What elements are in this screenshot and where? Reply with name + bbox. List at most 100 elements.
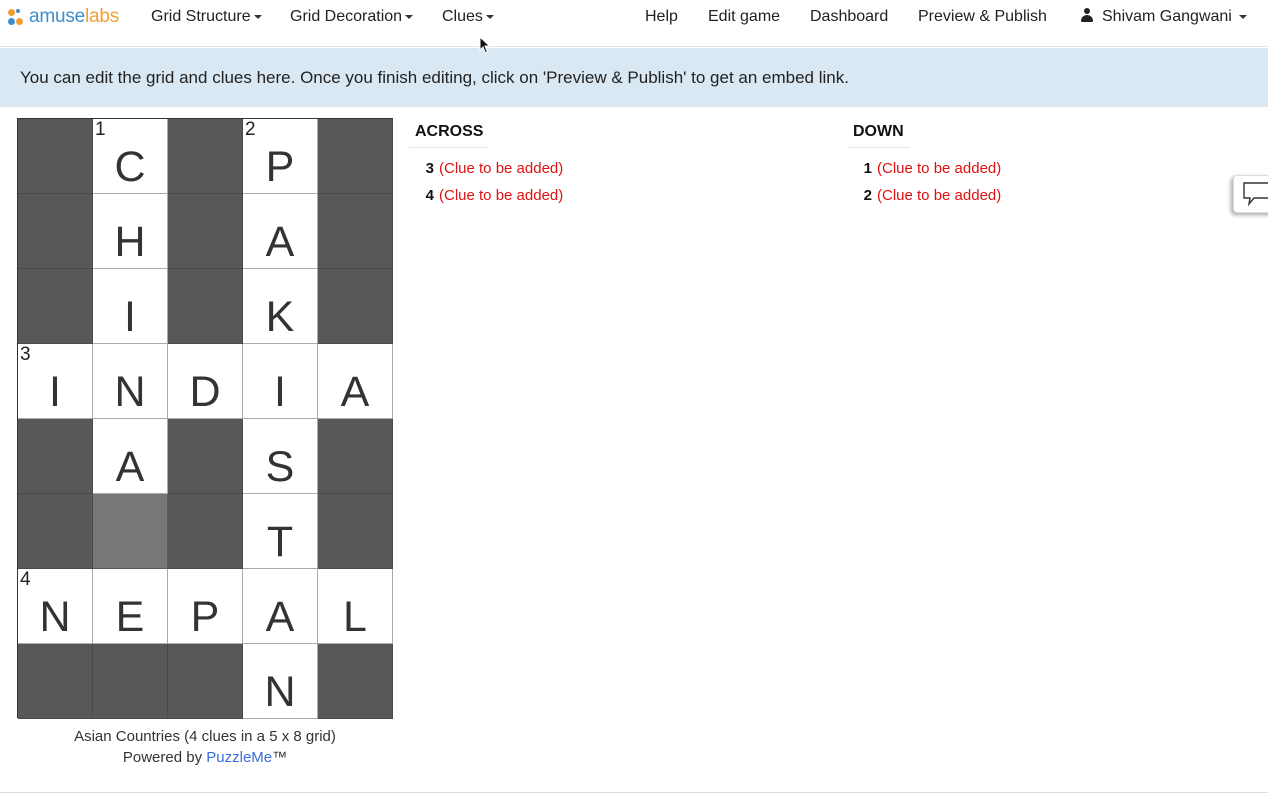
grid-cell-block[interactable] xyxy=(168,419,243,494)
grid-cell-block[interactable] xyxy=(318,119,393,194)
grid-cell-block[interactable] xyxy=(168,269,243,344)
cell-letter: D xyxy=(189,368,221,416)
cell-letter: T xyxy=(266,518,294,566)
nav-preview-publish-link[interactable]: Preview & Publish xyxy=(918,7,1047,27)
cell-letter: A xyxy=(340,368,370,416)
cell-letter: I xyxy=(49,368,61,416)
logo-wordmark: amuselabs xyxy=(29,6,120,27)
clue-text: (Clue to be added) xyxy=(877,187,1002,204)
grid-cell[interactable]: A xyxy=(243,194,318,269)
grid-cell[interactable]: 1C xyxy=(93,119,168,194)
clue-number: 2 xyxy=(863,187,872,204)
across-heading: ACROSS xyxy=(409,120,490,148)
grid-cell[interactable]: D xyxy=(168,344,243,419)
grid-cell-block[interactable] xyxy=(18,194,93,269)
cell-letter: A xyxy=(265,218,295,266)
grid-cell-block[interactable] xyxy=(93,644,168,719)
cell-letter: E xyxy=(115,593,145,641)
grid-cell-block[interactable] xyxy=(318,419,393,494)
grid-cell[interactable]: A xyxy=(93,419,168,494)
grid-cell[interactable]: S xyxy=(243,419,318,494)
grid-cell-block[interactable] xyxy=(168,119,243,194)
cell-letter: A xyxy=(265,593,295,641)
trademark: ™ xyxy=(272,749,288,766)
feedback-tab[interactable] xyxy=(1233,175,1268,213)
down-heading: DOWN xyxy=(847,120,910,148)
grid-cell-block[interactable] xyxy=(318,494,393,569)
cell-letter: L xyxy=(343,593,367,641)
cell-letter: N xyxy=(114,368,146,416)
grid-cell[interactable]: K xyxy=(243,269,318,344)
nav-dashboard-link[interactable]: Dashboard xyxy=(810,7,888,27)
user-menu[interactable]: Shivam Gangwani xyxy=(1081,7,1247,27)
menu-grid-structure[interactable]: Grid Structure xyxy=(151,7,262,27)
grid-caption: Asian Countries (4 clues in a 5 x 8 grid… xyxy=(17,726,393,768)
cell-letter: I xyxy=(124,293,136,341)
grid-cell[interactable]: A xyxy=(243,569,318,644)
user-icon xyxy=(1081,8,1093,22)
grid-cell[interactable]: I xyxy=(93,269,168,344)
across-clue-list: 3 (Clue to be added) 4 (Clue to be added) xyxy=(409,155,829,209)
caret-down-icon xyxy=(485,14,494,19)
mouse-cursor-icon xyxy=(479,36,491,54)
grid-cell-block[interactable] xyxy=(18,419,93,494)
menu-clues-label: Clues xyxy=(442,8,483,25)
grid-cell-block[interactable] xyxy=(318,644,393,719)
clue-item[interactable]: 1 (Clue to be added) xyxy=(847,155,1267,182)
grid-cell[interactable]: 4N xyxy=(18,569,93,644)
puzzle-title: Asian Countries (4 clues in a 5 x 8 grid… xyxy=(74,728,336,745)
grid-cell[interactable]: H xyxy=(93,194,168,269)
cell-letter: P xyxy=(265,143,295,191)
menu-grid-decoration-label: Grid Decoration xyxy=(290,8,403,25)
cell-number: 1 xyxy=(95,119,106,140)
nav-help-link[interactable]: Help xyxy=(645,7,678,27)
caret-down-icon xyxy=(253,14,262,19)
clue-item[interactable]: 3 (Clue to be added) xyxy=(409,155,829,182)
grid-cell[interactable]: P xyxy=(168,569,243,644)
clue-item[interactable]: 4 (Clue to be added) xyxy=(409,182,829,209)
clue-number: 3 xyxy=(425,160,434,177)
puzzleme-link[interactable]: PuzzleMe xyxy=(206,749,272,766)
menu-grid-decoration[interactable]: Grid Decoration xyxy=(290,7,414,27)
grid-cell[interactable]: T xyxy=(243,494,318,569)
crossword-grid: 1C2PHAIK3INDIAAST4NEPALN xyxy=(17,118,393,719)
grid-cell-block[interactable] xyxy=(18,119,93,194)
grid-cell-block[interactable] xyxy=(18,644,93,719)
down-clues-panel: DOWN 1 (Clue to be added) 2 (Clue to be add… xyxy=(847,120,1267,209)
grid-cell[interactable]: N xyxy=(243,644,318,719)
grid-cell[interactable]: E xyxy=(93,569,168,644)
cell-letter: H xyxy=(114,218,146,266)
grid-cell[interactable]: I xyxy=(243,344,318,419)
cell-letter: I xyxy=(274,368,286,416)
grid-cell-block[interactable] xyxy=(18,269,93,344)
grid-cell-selected[interactable] xyxy=(93,494,168,569)
cell-number: 2 xyxy=(245,119,256,140)
cell-letter: P xyxy=(190,593,220,641)
nav-edit-game-link[interactable]: Edit game xyxy=(708,7,780,27)
grid-cell[interactable]: L xyxy=(318,569,393,644)
grid-cell-block[interactable] xyxy=(18,494,93,569)
cell-letter: N xyxy=(39,593,71,641)
menu-grid-structure-label: Grid Structure xyxy=(151,8,251,25)
clue-text: (Clue to be added) xyxy=(877,160,1002,177)
clue-item[interactable]: 2 (Clue to be added) xyxy=(847,182,1267,209)
powered-by: Powered by PuzzleMe™ xyxy=(17,747,393,768)
amuselabs-logo[interactable]: amuselabs xyxy=(8,6,119,28)
grid-cell[interactable]: 2P xyxy=(243,119,318,194)
grid-cell[interactable]: 3I xyxy=(18,344,93,419)
caret-down-icon xyxy=(405,14,414,19)
caret-down-icon xyxy=(1238,14,1247,19)
cell-number: 4 xyxy=(20,569,31,590)
cell-letter: N xyxy=(264,668,296,716)
grid-cell-block[interactable] xyxy=(168,494,243,569)
info-banner: You can edit the grid and clues here. On… xyxy=(0,48,1268,107)
user-name: Shivam Gangwani xyxy=(1102,8,1232,25)
grid-cell-block[interactable] xyxy=(168,194,243,269)
grid-cell[interactable]: N xyxy=(93,344,168,419)
grid-cell[interactable]: A xyxy=(318,344,393,419)
grid-cell-block[interactable] xyxy=(318,194,393,269)
grid-cell-block[interactable] xyxy=(318,269,393,344)
menu-clues[interactable]: Clues xyxy=(442,7,494,27)
clue-text: (Clue to be added) xyxy=(439,187,564,204)
grid-cell-block[interactable] xyxy=(168,644,243,719)
